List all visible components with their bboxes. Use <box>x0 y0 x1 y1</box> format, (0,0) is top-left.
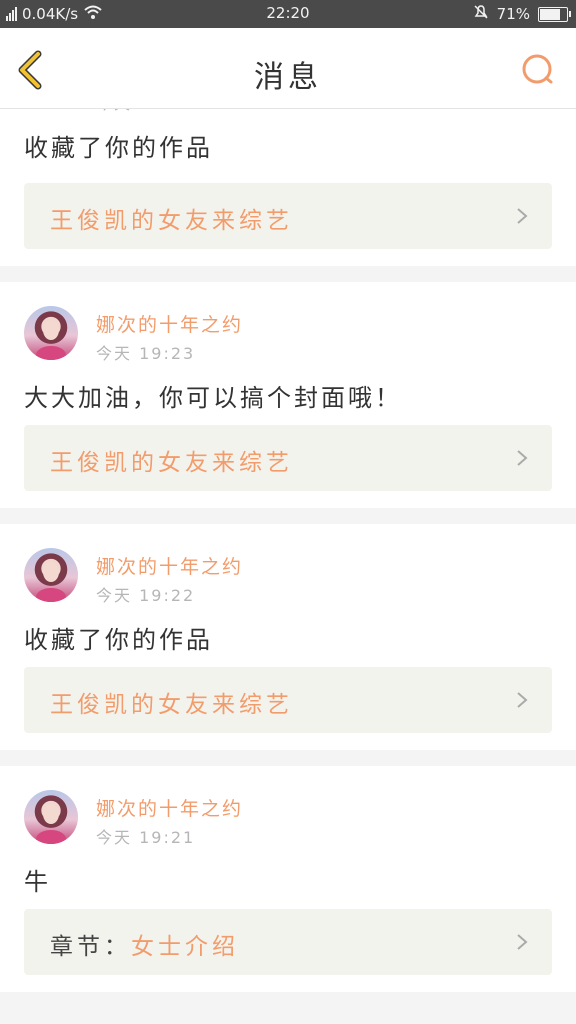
work-link[interactable]: 王俊凯的女友来综艺 <box>24 183 552 249</box>
battery-icon <box>538 6 571 22</box>
chapter-prefix: 章节： <box>50 934 131 960</box>
work-title: 王俊凯的女友来综艺 <box>50 208 293 234</box>
message-content: 收藏了你的作品 <box>24 134 213 162</box>
search-button[interactable] <box>518 50 558 90</box>
avatar[interactable] <box>24 548 78 602</box>
username[interactable]: 娜次的十年之约 <box>96 310 243 337</box>
message-content: 收藏了你的作品 <box>24 626 213 654</box>
username[interactable]: 娜次的十年之约 <box>96 552 243 579</box>
status-bar: 0.04K/s 22:20 71% <box>0 0 576 28</box>
avatar[interactable] <box>24 306 78 360</box>
chevron-right-icon <box>517 208 528 224</box>
chevron-right-icon <box>517 692 528 708</box>
message-card: 娜次的十年之约 今天 19:22 收藏了你的作品 王俊凯的女友来综艺 <box>0 524 576 750</box>
message-card: 娜次的十年之约 今天 19:23 大大加油，你可以搞个封面哦！ 王俊凯的女友来综… <box>0 282 576 508</box>
message-time: 今天 19:22 <box>96 586 196 605</box>
chapter-title: 章节：女士介绍 <box>50 927 239 961</box>
page-title: 消息 <box>254 60 322 95</box>
message-card: 今天 19:23 收藏了你的作品 王俊凯的女友来综艺 <box>0 94 576 266</box>
mute-icon <box>473 4 489 24</box>
status-right: 71% <box>473 4 571 24</box>
work-title: 王俊凯的女友来综艺 <box>50 692 293 718</box>
work-link[interactable]: 王俊凯的女友来综艺 <box>24 425 552 491</box>
avatar[interactable] <box>24 790 78 844</box>
chevron-right-icon <box>517 934 528 950</box>
chevron-right-icon <box>517 450 528 466</box>
message-content: 牛 <box>24 868 51 896</box>
message-content: 大大加油，你可以搞个封面哦！ <box>24 384 402 412</box>
chapter-link[interactable]: 章节：女士介绍 <box>24 909 552 975</box>
battery-percent: 71% <box>496 5 530 23</box>
nav-bar: 消息 <box>0 28 576 109</box>
message-card: 娜次的十年之约 今天 19:21 牛 章节：女士介绍 <box>0 766 576 992</box>
chapter-name: 女士介绍 <box>131 934 239 960</box>
search-icon <box>522 54 553 84</box>
message-time: 今天 19:23 <box>96 344 196 363</box>
work-link[interactable]: 王俊凯的女友来综艺 <box>24 667 552 733</box>
work-title: 王俊凯的女友来综艺 <box>50 450 293 476</box>
message-time: 今天 19:21 <box>96 828 196 847</box>
username[interactable]: 娜次的十年之约 <box>96 794 243 821</box>
